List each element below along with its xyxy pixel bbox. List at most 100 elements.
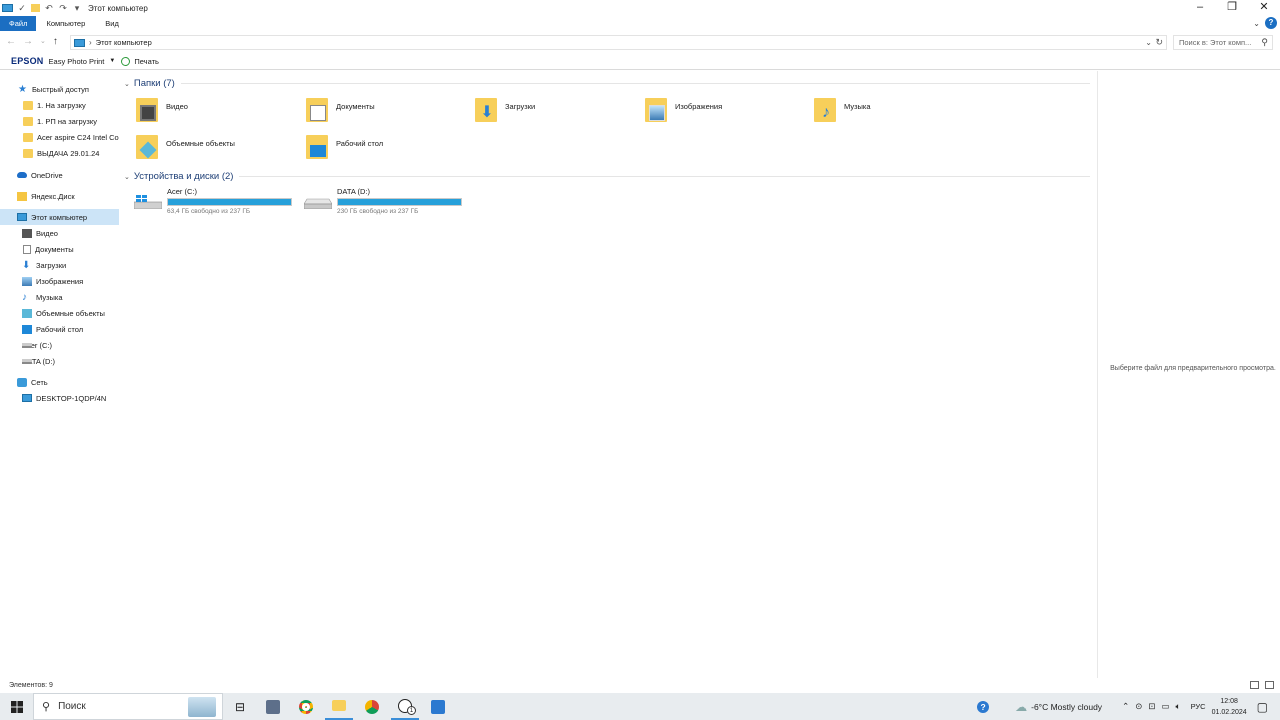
folder-pictures[interactable]: Изображения xyxy=(645,96,810,130)
folder-icon xyxy=(23,100,33,110)
sidebar-item-yandex-disk[interactable]: Яндекс.Диск xyxy=(0,188,119,204)
tab-file[interactable]: Файл xyxy=(0,16,37,31)
check-icon[interactable]: ✓ xyxy=(17,3,27,13)
clock[interactable]: 12:08 01.02.2024 xyxy=(1212,696,1247,718)
calculator-button[interactable] xyxy=(259,693,287,720)
help-icon[interactable]: ? xyxy=(977,700,990,713)
sidebar-item-label: Объемные объекты xyxy=(36,308,105,318)
maximize-icon[interactable]: ❐ xyxy=(1216,0,1248,16)
breadcrumb-separator-icon[interactable]: › xyxy=(89,38,92,47)
chevron-up-icon[interactable]: ⌃ xyxy=(1122,701,1129,712)
minimize-icon[interactable]: – xyxy=(1184,0,1216,16)
breadcrumb[interactable]: Этот компьютер xyxy=(96,38,152,47)
sidebar-item-documents[interactable]: Документы xyxy=(0,241,119,257)
tab-computer[interactable]: Компьютер xyxy=(36,16,95,31)
close-icon[interactable]: ✕ xyxy=(1248,0,1280,16)
view-switcher xyxy=(1250,681,1274,689)
folder-desktop[interactable]: Рабочий стол xyxy=(306,133,471,167)
tab-view[interactable]: Вид xyxy=(95,16,129,31)
battery-icon[interactable]: ▭ xyxy=(1161,701,1169,712)
taskbar-search-input[interactable]: ⚲ Поиск xyxy=(33,693,223,720)
task-view-button[interactable]: ⊟ xyxy=(226,693,254,720)
sidebar-item-network-computer[interactable]: DESKTOP-1QDP/4N xyxy=(0,390,119,406)
undo-icon[interactable]: ↶ xyxy=(44,3,54,13)
sidebar-item-downloads[interactable]: ⬇ Загрузки xyxy=(0,257,119,273)
sidebar-item-pictures[interactable]: Изображения xyxy=(0,273,119,289)
chrome-button[interactable] xyxy=(292,693,320,720)
onedrive-sync-icon[interactable]: ⊙ xyxy=(1135,701,1142,712)
ribbon-expand-icon[interactable]: ⌄ xyxy=(1253,16,1260,31)
drive-usage-fill xyxy=(168,199,291,205)
folder-documents[interactable]: Документы xyxy=(306,96,471,130)
refresh-icon[interactable]: ↻ xyxy=(1155,37,1163,48)
chevron-down-icon[interactable]: ⌄ xyxy=(124,173,130,181)
help-icon[interactable]: ? xyxy=(1265,17,1277,29)
sidebar-item-pinned[interactable]: 1. РП на загрузку xyxy=(0,113,119,129)
documents-folder-icon xyxy=(306,96,330,124)
drive-c[interactable]: Acer (C:) 63,4 ГБ свободно из 237 ГБ xyxy=(120,187,292,221)
folder-new-icon[interactable] xyxy=(31,4,40,12)
back-icon[interactable]: ← xyxy=(6,36,16,48)
app-button[interactable] xyxy=(424,693,452,720)
chevron-down-icon[interactable]: ▼ xyxy=(109,58,115,64)
chrome-button-2[interactable] xyxy=(358,693,386,720)
sidebar-item-label: Сеть xyxy=(31,377,48,387)
drive-d[interactable]: DATA (D:) 230 ГБ свободно из 237 ГБ xyxy=(290,187,462,221)
start-button[interactable] xyxy=(0,693,33,720)
address-dropdown-icon[interactable]: ⌄ xyxy=(1145,38,1152,47)
chevron-down-icon[interactable]: ⌄ xyxy=(124,80,130,88)
sidebar-item-label: Acer aspire C24 Intel Co xyxy=(37,132,119,142)
print-button[interactable]: Печать xyxy=(134,57,159,66)
3d-objects-folder-icon xyxy=(136,133,160,161)
sidebar-item-label: Видео xyxy=(36,228,58,238)
sidebar-item-quick-access[interactable]: ★ Быстрый доступ xyxy=(0,81,119,97)
sidebar-item-this-pc[interactable]: Этот компьютер xyxy=(0,209,119,225)
weather-icon[interactable]: ☁ xyxy=(1015,700,1027,714)
sidebar-item-label: OneDrive xyxy=(31,170,63,180)
sidebar-item-music[interactable]: ♪ Музыка xyxy=(0,289,119,305)
weather-text[interactable]: -6°C Mostly cloudy xyxy=(1031,702,1102,712)
taskbar: ⚲ Поиск ⊟ 1 ? ☁ -6°C Mostly cloudy ⌃ ⊙ ⊡… xyxy=(0,693,1280,720)
search-input[interactable]: Поиск в: Этот комп... ⚲ xyxy=(1173,35,1273,50)
pc-icon xyxy=(17,213,27,221)
address-bar[interactable]: › Этот компьютер ⌄ ↻ xyxy=(70,35,1167,50)
volume-icon[interactable]: 🔈︎ xyxy=(1175,701,1180,712)
notifications-icon[interactable]: ▢ xyxy=(1257,700,1268,714)
folder-downloads[interactable]: ⬇ Загрузки xyxy=(475,96,640,130)
clock-time: 12:08 xyxy=(1220,697,1238,705)
details-view-icon[interactable] xyxy=(1250,681,1259,689)
dropdown-icon[interactable]: ▾ xyxy=(72,3,82,13)
drive-usage-bar xyxy=(167,198,292,206)
sidebar-item-network[interactable]: Сеть xyxy=(0,374,119,390)
folder-music[interactable]: ♪ Музыка xyxy=(814,96,979,130)
sidebar-item-pinned[interactable]: Acer aspire C24 Intel Co xyxy=(0,129,119,145)
recent-locations-icon[interactable]: ⌄ xyxy=(40,36,46,48)
preview-message: Выберите файл для предварительного просм… xyxy=(1110,365,1276,372)
up-icon[interactable]: ↑ xyxy=(53,36,58,48)
language-indicator[interactable]: РУС xyxy=(1191,702,1206,711)
forward-icon[interactable]: → xyxy=(23,36,33,48)
epson-logo: EPSON xyxy=(11,56,44,66)
redo-icon[interactable]: ↷ xyxy=(58,3,68,13)
network-icon[interactable]: ⊡ xyxy=(1148,701,1155,712)
folder-videos[interactable]: Видео xyxy=(136,96,301,130)
pc-icon[interactable] xyxy=(2,4,13,12)
sidebar-item-desktop[interactable]: Рабочий стол xyxy=(0,321,119,337)
sidebar-item-pinned[interactable]: 1. На загрузку xyxy=(0,97,119,113)
easy-photo-print-button[interactable]: Easy Photo Print xyxy=(49,57,105,66)
whatsapp-button[interactable]: 1 xyxy=(391,693,419,720)
drives-group-header[interactable]: ⌄ Устройства и диски (2) xyxy=(124,171,1090,182)
drive-free-space: 63,4 ГБ свободно из 237 ГБ xyxy=(167,208,251,215)
folder-3d-objects[interactable]: Объемные объекты xyxy=(136,133,301,167)
sidebar-item-onedrive[interactable]: OneDrive xyxy=(0,167,119,183)
sidebar-item-pinned[interactable]: ВЫДАЧА 29.01.24 xyxy=(0,145,119,161)
sidebar-item-drive-c[interactable]: Acer (C:) xyxy=(0,337,119,353)
sidebar-item-3d-objects[interactable]: Объемные объекты xyxy=(0,305,119,321)
large-icons-view-icon[interactable] xyxy=(1265,681,1274,689)
folders-group-header[interactable]: ⌄ Папки (7) xyxy=(124,78,1090,89)
file-explorer-button[interactable] xyxy=(325,693,353,720)
sidebar-item-drive-d[interactable]: DATA (D:) xyxy=(0,353,119,369)
drive-icon xyxy=(304,198,332,209)
sidebar-item-videos[interactable]: Видео xyxy=(0,225,119,241)
file-list: ⌄ Папки (7) Видео Документы ⬇ Загрузки И… xyxy=(120,74,1096,678)
